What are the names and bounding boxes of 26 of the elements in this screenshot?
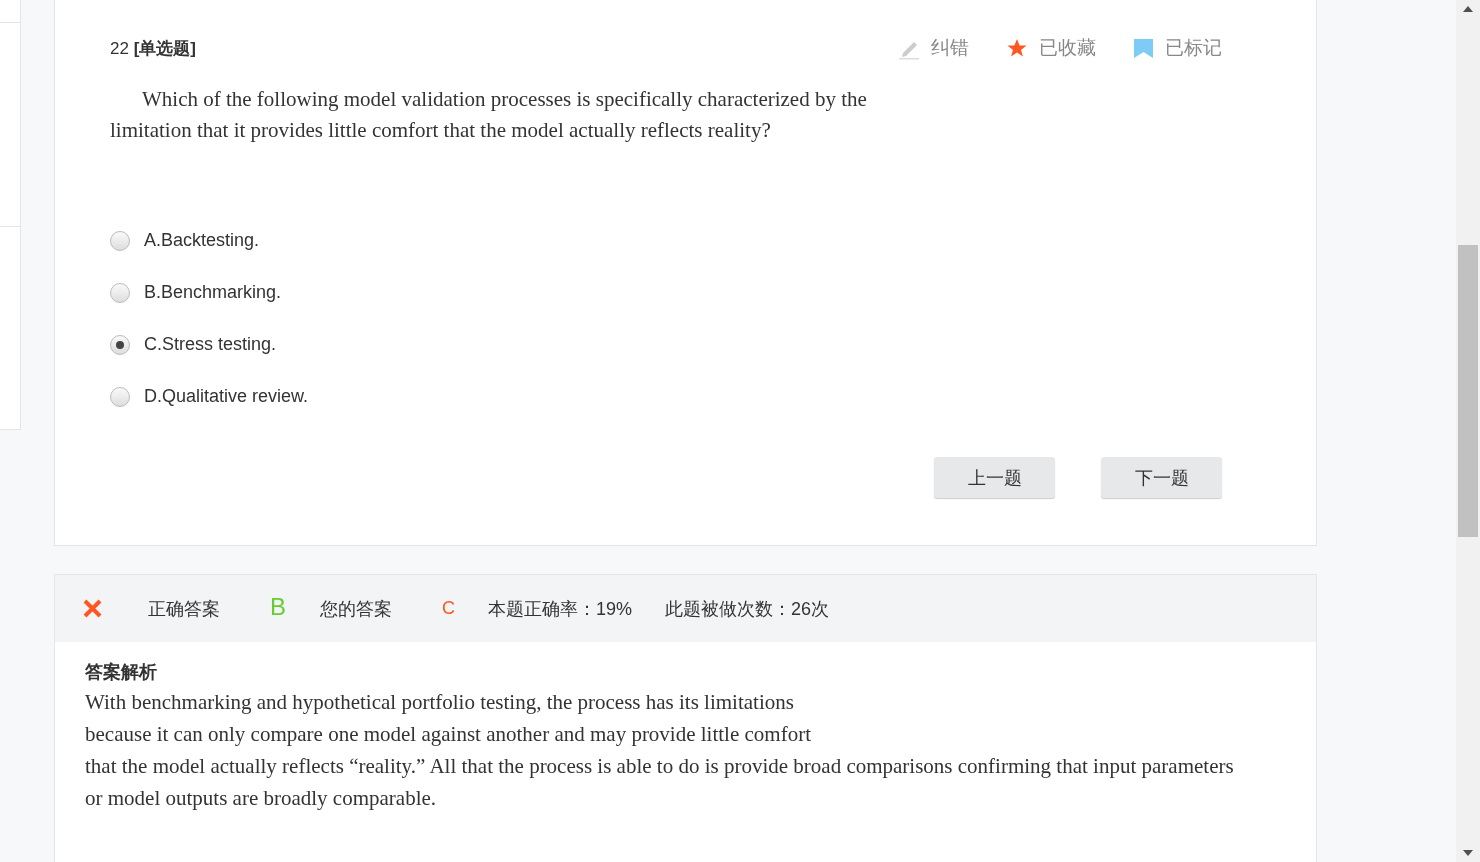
accuracy-rate: 本题正确率：19% [488, 597, 633, 621]
scroll-up-icon[interactable] [1463, 6, 1473, 12]
scroll-down-icon[interactable] [1463, 850, 1473, 856]
attempt-count: 此题被做次数：26次 [665, 597, 830, 621]
your-answer: C [442, 598, 455, 619]
option-label[interactable]: A.Backtesting. [144, 230, 260, 251]
radio-button[interactable] [110, 386, 130, 407]
correct-answer-label: 正确答案 [148, 597, 220, 621]
radio-button[interactable] [110, 334, 130, 355]
question-text: Which of the following model validation processes is specifically characterized by the limitation that it provides little comfort that the model actually reflects reality? [110, 86, 868, 144]
scrollbar-thumb[interactable] [1458, 245, 1478, 537]
explanation-title: 答案解析 [85, 661, 158, 684]
previous-button[interactable]: 上一题 [934, 457, 1055, 498]
correct-answer: B [270, 592, 286, 621]
question-title: 22 [单选题] [110, 37, 196, 60]
explanation-text: With benchmarking and hypothetical portfolio testing, the process has its limitations because it can only compare one model against another and may provide little comfort that the model actually reflects “reality.” All that the process is able to do is provide broad comparisons confirming that input parameters or model outputs are broadly comparable. [85, 689, 1235, 812]
option-label[interactable]: B.Benchmarking. [144, 282, 282, 303]
radio-button[interactable] [110, 230, 130, 251]
next-button[interactable]: 下一题 [1101, 457, 1222, 498]
option-label[interactable]: C.Stress testing. [144, 334, 277, 355]
your-answer-label: 您的答案 [320, 597, 392, 621]
report-error-button[interactable]: 纠错 [899, 35, 969, 61]
favorite-button[interactable]: 已收藏 [1007, 35, 1096, 61]
bookmark-button[interactable]: 已标记 [1134, 35, 1222, 61]
option-label[interactable]: D.Qualitative review. [144, 386, 309, 407]
radio-button[interactable] [110, 282, 130, 303]
